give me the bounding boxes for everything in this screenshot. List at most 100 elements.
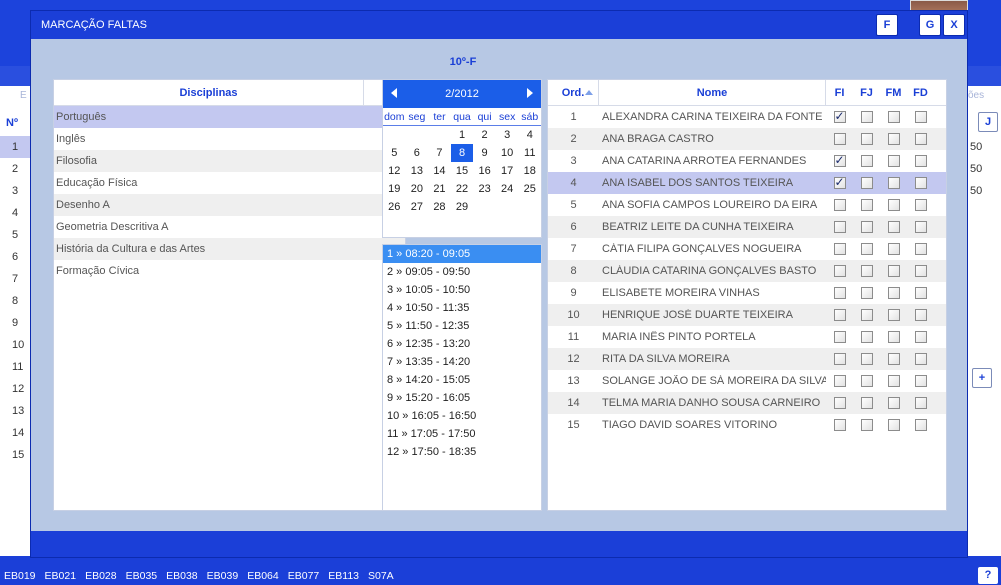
time-slot-item[interactable]: 9 » 15:20 - 16:05	[383, 389, 541, 407]
student-row[interactable]: 8 CLÁUDIA CATARINA GONÇALVES BASTO	[548, 260, 946, 282]
calendar-day[interactable]: 16	[473, 162, 496, 180]
fm-checkbox[interactable]	[887, 309, 900, 321]
student-row[interactable]: 3 ANA CATARINA ARROTEA FERNANDES	[548, 150, 946, 172]
background-row-number[interactable]: 8	[0, 290, 30, 312]
calendar-day[interactable]: 20	[406, 180, 429, 198]
fj-checkbox[interactable]	[860, 331, 873, 343]
fi-checkbox[interactable]	[833, 133, 846, 145]
background-row-number[interactable]: 6	[0, 246, 30, 268]
disciplina-item[interactable]: Inglês	[54, 128, 405, 150]
background-row-number[interactable]: 14	[0, 422, 30, 444]
fm-checkbox[interactable]	[887, 111, 900, 123]
background-row-number[interactable]: 3	[0, 180, 30, 202]
background-row-number[interactable]: 5	[0, 224, 30, 246]
time-slot-item[interactable]: 4 » 10:50 - 11:35	[383, 299, 541, 317]
fd-checkbox[interactable]	[914, 331, 927, 343]
calendar-day[interactable]: 14	[428, 162, 451, 180]
calendar-day[interactable]: 23	[473, 180, 496, 198]
fi-checkbox[interactable]	[833, 353, 846, 365]
calendar-day[interactable]: 12	[383, 162, 406, 180]
student-row[interactable]: 5 ANA SOFIA CAMPOS LOUREIRO DA EIRA	[548, 194, 946, 216]
student-row[interactable]: 9 ELISABETE MOREIRA VINHAS	[548, 282, 946, 304]
fd-checkbox[interactable]	[914, 419, 927, 431]
fi-checkbox[interactable]	[833, 243, 846, 255]
fj-checkbox[interactable]	[860, 111, 873, 123]
fi-checkbox[interactable]	[833, 153, 846, 167]
student-row[interactable]: 6 BEATRIZ LEITE DA CUNHA TEIXEIRA	[548, 216, 946, 238]
student-row[interactable]: 13 SOLANGE JOÃO DE SÁ MOREIRA DA SILVA	[548, 370, 946, 392]
fd-checkbox[interactable]	[914, 287, 927, 299]
student-row[interactable]: 14 TELMA MARIA DANHO SOUSA CARNEIRO	[548, 392, 946, 414]
time-slot-item[interactable]: 11 » 17:05 - 17:50	[383, 425, 541, 443]
calendar-day[interactable]: 26	[383, 198, 406, 216]
calendar-day[interactable]: 4	[518, 126, 541, 144]
fi-checkbox[interactable]	[833, 375, 846, 387]
fm-checkbox[interactable]	[887, 177, 900, 189]
fi-checkbox[interactable]	[833, 309, 846, 321]
fj-checkbox[interactable]	[860, 397, 873, 409]
disciplina-item[interactable]: História da Cultura e das Artes	[54, 238, 405, 260]
fm-checkbox[interactable]	[887, 331, 900, 343]
calendar-day[interactable]: 28	[428, 198, 451, 216]
background-j-button[interactable]: J	[978, 112, 998, 132]
fi-checkbox[interactable]	[833, 331, 846, 343]
fj-checkbox[interactable]	[860, 309, 873, 321]
student-row[interactable]: 12 RITA DA SILVA MOREIRA	[548, 348, 946, 370]
fd-checkbox[interactable]	[914, 133, 927, 145]
fm-checkbox[interactable]	[887, 353, 900, 365]
fd-checkbox[interactable]	[914, 397, 927, 409]
room-link[interactable]: EB028	[85, 570, 117, 582]
calendar-day[interactable]: 1	[451, 126, 474, 144]
background-row-number[interactable]: 11	[0, 356, 30, 378]
time-slot-item[interactable]: 1 » 08:20 - 09:05	[383, 245, 541, 263]
background-row-number[interactable]: 4	[0, 202, 30, 224]
background-number-header[interactable]: Nº	[2, 112, 30, 134]
time-slot-item[interactable]: 12 » 17:50 - 18:35	[383, 443, 541, 461]
background-add-button[interactable]: +	[972, 368, 992, 388]
room-link[interactable]: S07A	[368, 570, 394, 582]
fm-checkbox[interactable]	[887, 397, 900, 409]
fj-checkbox[interactable]	[860, 287, 873, 299]
disciplina-item[interactable]: Português	[54, 106, 405, 128]
column-header-fd[interactable]: FD	[907, 80, 934, 106]
fm-checkbox[interactable]	[887, 265, 900, 277]
column-header-ord[interactable]: Ord.	[548, 79, 599, 106]
calendar-day[interactable]: 10	[496, 144, 519, 162]
time-slot-item[interactable]: 7 » 13:35 - 14:20	[383, 353, 541, 371]
column-header-fj[interactable]: FJ	[853, 80, 880, 106]
background-row-number[interactable]: 1	[0, 136, 30, 158]
fm-checkbox[interactable]	[887, 133, 900, 145]
background-row-number[interactable]: 15	[0, 444, 30, 466]
fj-checkbox[interactable]	[860, 133, 873, 145]
fi-checkbox[interactable]	[833, 221, 846, 233]
calendar-day[interactable]: 17	[496, 162, 519, 180]
room-link[interactable]: EB021	[45, 570, 77, 582]
f-button[interactable]: F	[876, 14, 898, 36]
background-row-number[interactable]: 10	[0, 334, 30, 356]
time-slot-item[interactable]: 6 » 12:35 - 13:20	[383, 335, 541, 353]
calendar-day[interactable]: 7	[428, 144, 451, 162]
close-button[interactable]: X	[943, 14, 965, 36]
fd-checkbox[interactable]	[914, 265, 927, 277]
column-header-nome[interactable]: Nome	[599, 79, 826, 106]
room-link[interactable]: EB039	[207, 570, 239, 582]
student-row[interactable]: 1 ALEXANDRA CARINA TEIXEIRA DA FONTE	[548, 106, 946, 128]
room-link[interactable]: EB035	[126, 570, 158, 582]
room-link[interactable]: EB077	[288, 570, 320, 582]
disciplina-item[interactable]: Filosofia	[54, 150, 405, 172]
time-slot-item[interactable]: 2 » 09:05 - 09:50	[383, 263, 541, 281]
calendar-day[interactable]: 21	[428, 180, 451, 198]
fj-checkbox[interactable]	[860, 243, 873, 255]
fi-checkbox[interactable]	[833, 419, 846, 431]
calendar-day[interactable]: 27	[406, 198, 429, 216]
time-slot-item[interactable]: 8 » 14:20 - 15:05	[383, 371, 541, 389]
time-slot-item[interactable]: 5 » 11:50 - 12:35	[383, 317, 541, 335]
background-row-number[interactable]: 2	[0, 158, 30, 180]
student-row[interactable]: 4 ANA ISABEL DOS SANTOS TEIXEIRA	[548, 172, 946, 194]
calendar-day[interactable]: 29	[451, 198, 474, 216]
column-header-fi[interactable]: FI	[826, 80, 853, 106]
g-button[interactable]: G	[919, 14, 941, 36]
fi-checkbox[interactable]	[833, 109, 846, 123]
fm-checkbox[interactable]	[887, 221, 900, 233]
fi-checkbox[interactable]	[833, 397, 846, 409]
